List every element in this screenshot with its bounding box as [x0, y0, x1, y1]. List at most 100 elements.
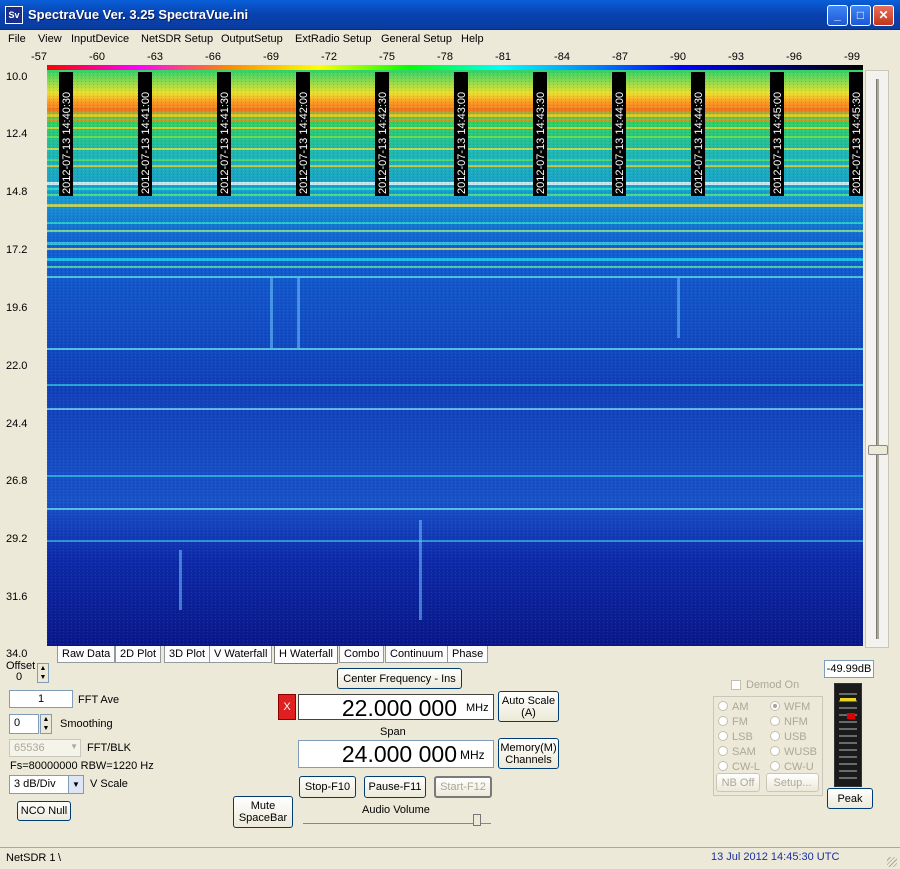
- center-frequency-button[interactable]: Center Frequency - Ins: [337, 668, 462, 689]
- menu-help[interactable]: Help: [461, 33, 484, 45]
- resize-grip-icon[interactable]: [887, 857, 897, 867]
- status-datetime: 13 Jul 2012 14:45:30 UTC: [711, 851, 840, 863]
- timestamp-label: 2012-07-13 14:44:30: [693, 92, 705, 194]
- signal-level-readout: -49.99dB: [824, 660, 874, 678]
- pause-button[interactable]: Pause-F11: [364, 776, 426, 798]
- x-tick: -78: [437, 51, 453, 63]
- tab-h-waterfall[interactable]: H Waterfall: [274, 646, 338, 664]
- y-tick: 19.6: [6, 302, 28, 314]
- menu-netsdr-setup[interactable]: NetSDR Setup: [141, 33, 213, 45]
- radio-am-label: AM: [732, 701, 749, 713]
- radio-sam[interactable]: SAM: [718, 746, 756, 758]
- memory-channels-button[interactable]: Memory(M) Channels: [498, 738, 559, 769]
- audio-volume-slider[interactable]: [303, 814, 491, 826]
- radio-nfm[interactable]: NFM: [770, 716, 808, 728]
- smoothing-input[interactable]: 0: [9, 714, 39, 734]
- mute-button[interactable]: Mute SpaceBar: [233, 796, 293, 828]
- chevron-down-icon: ▼: [70, 742, 78, 751]
- menu-extradio-setup[interactable]: ExtRadio Setup: [295, 33, 371, 45]
- waterfall-svg: 2012-07-13 14:40:30 2012-07-13 14:41:00 20…: [47, 70, 863, 646]
- tab-raw-data[interactable]: Raw Data: [57, 646, 116, 663]
- offset-value[interactable]: 0: [16, 671, 22, 683]
- radio-lsb[interactable]: LSB: [718, 731, 753, 743]
- close-icon[interactable]: X: [278, 694, 296, 720]
- meter-peak-marker: [847, 713, 855, 719]
- app-icon[interactable]: Sv: [5, 6, 23, 24]
- x-tick: -96: [786, 51, 802, 63]
- status-bar: NetSDR 1 \ 13 Jul 2012 14:45:30 UTC: [0, 847, 900, 869]
- fft-ave-input[interactable]: 1: [9, 690, 73, 708]
- radio-am[interactable]: AM: [718, 701, 749, 713]
- span-label: Span: [380, 726, 406, 738]
- memory-label: Memory(M): [500, 741, 557, 754]
- auto-scale-shortcut: (A): [521, 706, 536, 719]
- scroll-thumb[interactable]: [868, 445, 888, 455]
- tab-v-waterfall[interactable]: V Waterfall: [209, 646, 273, 663]
- radio-cw-u-label: CW-U: [784, 761, 814, 773]
- x-tick: -84: [554, 51, 570, 63]
- mute-shortcut: SpaceBar: [238, 812, 288, 824]
- fft-blk-value: 65536: [14, 742, 45, 754]
- x-tick: -69: [263, 51, 279, 63]
- y-tick: 22.0: [6, 360, 28, 372]
- radio-sam-label: SAM: [732, 746, 756, 758]
- nb-off-button[interactable]: NB Off: [716, 773, 760, 792]
- x-tick: -57: [31, 51, 47, 63]
- fft-blk-select[interactable]: 65536 ▼: [9, 739, 81, 757]
- stop-button[interactable]: Stop-F10: [299, 776, 356, 798]
- x-tick: -66: [205, 51, 221, 63]
- demod-checkbox[interactable]: [731, 680, 741, 690]
- radio-wfm[interactable]: WFM: [770, 701, 810, 713]
- radio-cw-l[interactable]: CW-L: [718, 761, 760, 773]
- smoothing-spinner[interactable]: ▲ ▼: [40, 714, 52, 734]
- menu-view[interactable]: View: [38, 33, 62, 45]
- center-frequency-input[interactable]: 22.000 000: [298, 694, 494, 721]
- title-bar[interactable]: Sv SpectraVue Ver. 3.25 SpectraVue.ini _…: [0, 0, 900, 30]
- radio-fm-label: FM: [732, 716, 748, 728]
- fs-rbw-readout: Fs=80000000 RBW=1220 Hz: [10, 760, 154, 772]
- close-button[interactable]: ✕: [873, 5, 894, 26]
- timestamp-label: 2012-07-13 14:43:00: [456, 92, 468, 194]
- nco-null-button[interactable]: NCO Null: [17, 801, 71, 821]
- radio-cw-l-label: CW-L: [732, 761, 760, 773]
- tab-3d-plot[interactable]: 3D Plot: [164, 646, 211, 663]
- tab-2d-plot[interactable]: 2D Plot: [115, 646, 162, 663]
- audio-volume-label: Audio Volume: [362, 804, 430, 816]
- x-tick: -60: [89, 51, 105, 63]
- signal-meter: [834, 683, 862, 787]
- radio-usb[interactable]: USB: [770, 731, 807, 743]
- tab-phase[interactable]: Phase: [447, 646, 489, 663]
- status-separator: \: [58, 852, 62, 864]
- waterfall-display[interactable]: 2012-07-13 14:40:30 2012-07-13 14:41:00 20…: [47, 70, 863, 646]
- y-tick: 29.2: [6, 533, 28, 545]
- radio-fm[interactable]: FM: [718, 716, 748, 728]
- offset-spinner[interactable]: ▲ ▼: [37, 663, 49, 683]
- y-tick: 26.8: [6, 475, 28, 487]
- radio-cw-u[interactable]: CW-U: [770, 761, 814, 773]
- peak-button[interactable]: Peak: [827, 788, 873, 809]
- minimize-button[interactable]: _: [827, 5, 848, 26]
- maximize-button[interactable]: □: [850, 5, 871, 26]
- volume-slider-thumb[interactable]: [473, 814, 481, 826]
- vertical-scrollbar[interactable]: [865, 70, 889, 648]
- x-tick: -90: [670, 51, 686, 63]
- demod-on-label: Demod On: [746, 679, 800, 691]
- radio-lsb-label: LSB: [732, 731, 753, 743]
- status-device: NetSDR 1: [6, 852, 56, 864]
- timestamp-label: 2012-07-13 14:42:00: [298, 92, 310, 194]
- menu-general-setup[interactable]: General Setup: [381, 33, 452, 45]
- setup-button[interactable]: Setup...: [766, 773, 819, 792]
- menu-file[interactable]: File: [8, 33, 26, 45]
- y-tick: 34.0: [6, 648, 28, 660]
- timestamp-label: 2012-07-13 14:45:00: [772, 92, 784, 194]
- menu-inputdevice[interactable]: InputDevice: [71, 33, 129, 45]
- menu-outputsetup[interactable]: OutputSetup: [221, 33, 283, 45]
- radio-wusb[interactable]: WUSB: [770, 746, 817, 758]
- vscale-select[interactable]: 3 dB/Div ▼: [9, 775, 84, 794]
- auto-scale-button[interactable]: Auto Scale (A): [498, 691, 559, 722]
- tab-combo[interactable]: Combo: [339, 646, 385, 663]
- fft-blk-label: FFT/BLK: [87, 742, 132, 754]
- start-button[interactable]: Start-F12: [434, 776, 492, 798]
- radio-nfm-label: NFM: [784, 716, 808, 728]
- tab-continuum[interactable]: Continuum: [385, 646, 449, 663]
